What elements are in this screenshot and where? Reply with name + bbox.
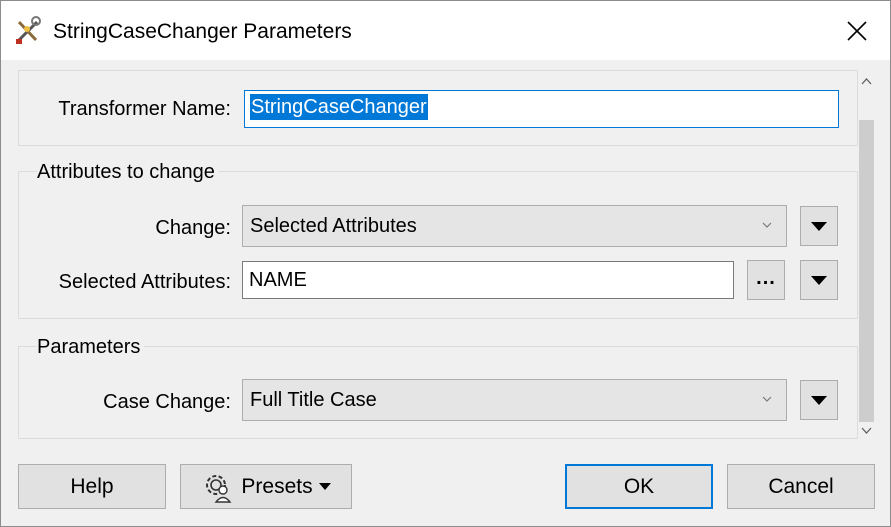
selected-attributes-input[interactable]: NAME <box>242 261 734 299</box>
attributes-group: Attributes to change Change: Selected At… <box>18 160 858 319</box>
transformer-name-group: Transformer Name: StringCaseChanger <box>18 70 858 146</box>
window-title: StringCaseChanger Parameters <box>53 20 352 43</box>
chevron-down-icon <box>762 396 772 402</box>
caret-down-icon <box>318 483 331 490</box>
selected-attributes-label: Selected Attributes: <box>58 271 231 293</box>
triangle-down-icon <box>811 275 827 285</box>
help-button-label: Help <box>70 474 114 498</box>
gear-person-icon <box>206 474 232 503</box>
triangle-down-icon <box>811 221 827 231</box>
presets-button[interactable]: Presets <box>180 464 352 509</box>
scroll-down-arrow-icon[interactable] <box>861 424 872 436</box>
parameters-scroll-area: Transformer Name: StringCaseChanger Attr… <box>1 60 875 442</box>
case-change-dropdown[interactable]: Full Title Case <box>242 379 787 421</box>
selected-attributes-options-button[interactable] <box>800 260 838 300</box>
transformer-name-input[interactable]: StringCaseChanger <box>244 90 839 128</box>
chevron-down-icon <box>762 222 772 228</box>
cancel-button-label: Cancel <box>768 474 834 498</box>
presets-button-label: Presets <box>241 474 313 498</box>
title-bar[interactable]: StringCaseChanger Parameters <box>1 1 890 60</box>
case-change-dropdown-value: Full Title Case <box>250 389 377 411</box>
attributes-group-title: Attributes to change <box>37 160 219 184</box>
transformer-tools-icon <box>14 16 42 46</box>
change-label: Change: <box>155 217 231 239</box>
case-change-label: Case Change: <box>103 391 231 413</box>
change-dropdown-value: Selected Attributes <box>250 215 417 237</box>
parameters-group-title: Parameters <box>37 335 145 359</box>
vertical-scrollbar[interactable] <box>858 68 875 442</box>
transformer-name-label: Transformer Name: <box>58 98 231 120</box>
scrollbar-thumb[interactable] <box>859 120 874 422</box>
dialog-window: StringCaseChanger Parameters Transformer… <box>0 0 891 527</box>
close-icon <box>847 21 867 41</box>
ellipsis-icon: ... <box>756 267 776 289</box>
close-button[interactable] <box>833 9 881 53</box>
cancel-button[interactable]: Cancel <box>727 464 875 509</box>
change-options-button[interactable] <box>800 206 838 246</box>
help-button[interactable]: Help <box>18 464 166 509</box>
parameters-group: Parameters Case Change: Full Title Case <box>18 335 858 439</box>
transformer-name-value: StringCaseChanger <box>250 94 428 120</box>
selected-attributes-value: NAME <box>249 269 307 291</box>
ok-button[interactable]: OK <box>565 464 713 509</box>
browse-attributes-button[interactable]: ... <box>747 260 785 300</box>
ok-button-label: OK <box>623 474 655 498</box>
triangle-down-icon <box>811 395 827 405</box>
case-change-options-button[interactable] <box>800 380 838 420</box>
scroll-up-arrow-icon[interactable] <box>861 76 872 88</box>
change-dropdown[interactable]: Selected Attributes <box>242 205 787 247</box>
